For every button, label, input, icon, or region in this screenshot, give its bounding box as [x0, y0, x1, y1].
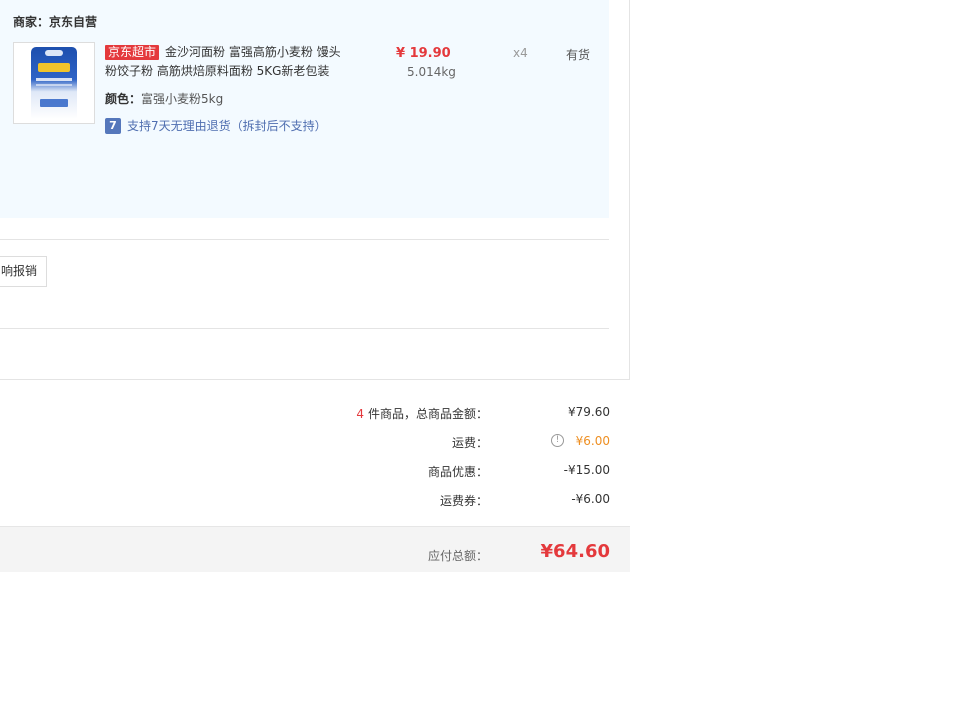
goods-total-label: 4 件商品，总商品金额：: [356, 405, 488, 422]
bag-handle: [45, 50, 63, 56]
bag-stripe: [36, 78, 72, 81]
product-spec: 颜色：富强小麦粉5kg: [105, 90, 223, 107]
panel-border: [629, 0, 630, 380]
panel-border: [0, 379, 630, 380]
item-count: 4: [356, 407, 364, 421]
merchant-label: 商家：京东自营: [13, 15, 98, 29]
divider: [0, 328, 609, 329]
shipping-value: ¥6.00: [575, 434, 610, 448]
return-policy[interactable]: 7 支持7天无理由退货（拆封后不支持）: [105, 117, 327, 134]
product-weight: 5.014kg: [407, 65, 456, 79]
product-quantity: x4: [513, 46, 528, 60]
bag-label: [40, 99, 68, 107]
spec-label: 颜色：: [105, 92, 142, 106]
product-image[interactable]: [13, 42, 95, 124]
coupon-label: 运费券：: [439, 494, 488, 508]
shipping-label: 运费：: [451, 436, 488, 450]
total-label: 应付总额：: [427, 549, 488, 563]
discount-label: 商品优惠：: [427, 465, 488, 479]
invoice-button[interactable]: 响报销: [0, 256, 47, 287]
stock-status: 有货: [566, 48, 591, 62]
order-page: 商家：京东自营 京东超市 金沙河面粉 富强高筋小麦粉 馒头粉饺子粉 高筋烘焙原料面…: [0, 0, 960, 720]
return-policy-text[interactable]: 支持7天无理由退货（拆封后不支持）: [127, 117, 327, 134]
coupon-value: -¥6.00: [571, 492, 610, 506]
product-price: ¥ 19.90: [396, 46, 451, 61]
info-icon[interactable]: !: [551, 434, 564, 447]
bag-brand-logo: [38, 63, 70, 72]
total-amount: ¥64.60: [540, 541, 610, 562]
product-title[interactable]: 京东超市 金沙河面粉 富强高筋小麦粉 馒头粉饺子粉 高筋烘焙原料面粉 5KG新老包…: [105, 43, 350, 81]
spec-value: 富强小麦粉5kg: [141, 92, 224, 106]
goods-total-value: ¥79.60: [568, 405, 610, 419]
total-bar: [0, 526, 630, 572]
seven-day-return-icon: 7: [105, 117, 121, 134]
jd-supermarket-tag: 京东超市: [105, 45, 160, 60]
discount-value: -¥15.00: [563, 463, 610, 477]
goods-total-text: 件商品，总商品金额：: [367, 407, 488, 421]
bag-stripe-secondary: [36, 84, 72, 86]
divider: [0, 239, 609, 240]
merchant-panel: 商家：京东自营 京东超市 金沙河面粉 富强高筋小麦粉 馒头粉饺子粉 高筋烘焙原料面…: [0, 0, 609, 218]
flour-bag-image: [31, 47, 77, 119]
